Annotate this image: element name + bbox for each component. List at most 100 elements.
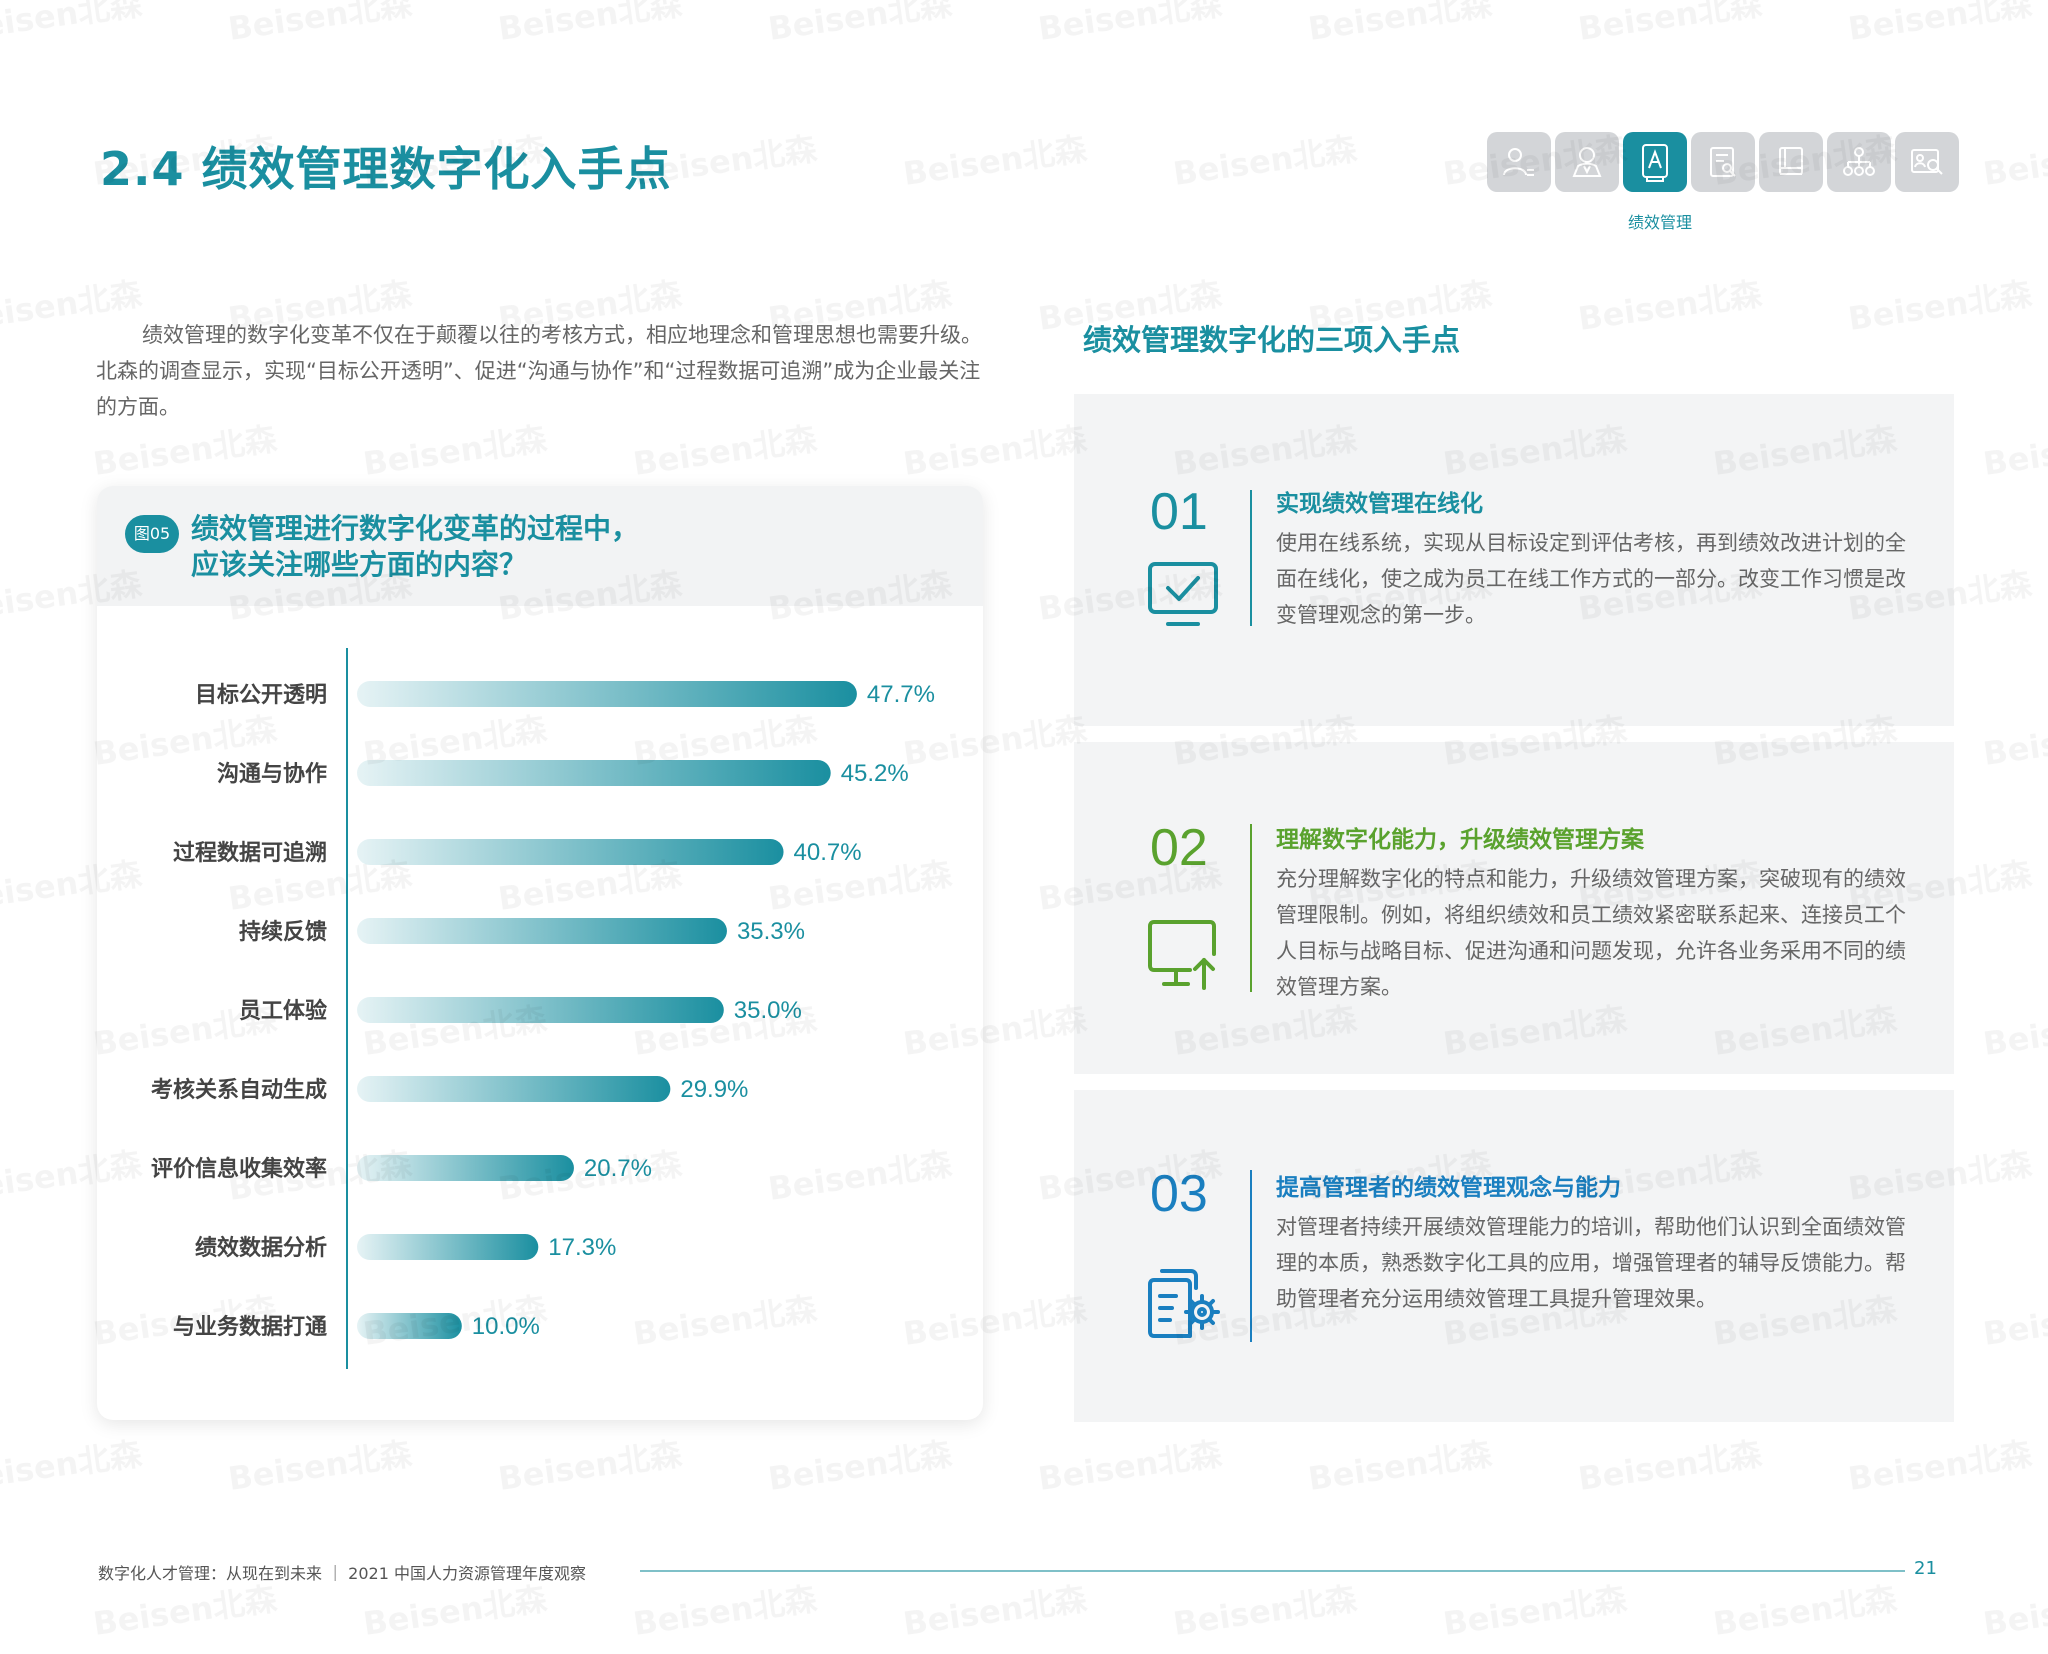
bar bbox=[357, 681, 857, 707]
watermark-text: Beisen北森 bbox=[1981, 999, 2048, 1062]
watermark-text: Beisen北森 bbox=[91, 1579, 280, 1642]
bar bbox=[357, 1076, 671, 1102]
category-label: 过程数据可追溯 bbox=[173, 840, 327, 866]
watermark-text: Beisen北森 bbox=[901, 129, 1090, 192]
watermark-text: Beisen北森 bbox=[1711, 1579, 1900, 1642]
figure-header: 图05 绩效管理进行数字化变革的过程中， 应该关注哪些方面的内容？ bbox=[97, 486, 983, 606]
point-body: 使用在线系统，实现从目标设定到评估考核，再到绩效改进计划的全面在线化，使之成为员… bbox=[1276, 531, 1906, 627]
watermark-text: Beisen北森 bbox=[1981, 709, 2048, 772]
point-title: 实现绩效管理在线化 bbox=[1276, 491, 1483, 517]
watermark-text: Beisen北森 bbox=[1981, 1579, 2048, 1642]
value-label: 35.0% bbox=[734, 997, 802, 1024]
watermark-text: Beisen北森 bbox=[766, 0, 955, 48]
watermark-text: Beisen北森 bbox=[226, 1434, 415, 1497]
watermark-text: Beisen北森 bbox=[496, 0, 685, 48]
watermark-text: Beisen北森 bbox=[1171, 129, 1360, 192]
watermark-text: Beisen北森 bbox=[631, 1579, 820, 1642]
point-number: 03 bbox=[1150, 1165, 1208, 1223]
value-label: 20.7% bbox=[584, 1155, 652, 1182]
intro-text: 绩效管理的数字化变革不仅在于颠覆以往的考核方式，相应地理念和管理思想也需要升级。… bbox=[96, 323, 982, 419]
footer-text: 数字化人才管理：从现在到未来 ｜ 2021 中国人力资源管理年度观察 bbox=[98, 1564, 586, 1583]
bar bbox=[357, 760, 831, 786]
category-label: 目标公开透明 bbox=[195, 682, 327, 708]
watermark-text: Beisen北森 bbox=[901, 419, 1090, 482]
nav-active-label: 绩效管理 bbox=[1627, 213, 1692, 232]
watermark-text: Beisen北森 bbox=[1846, 0, 2035, 48]
book-icon[interactable] bbox=[1759, 132, 1823, 192]
watermark-text: Beisen北森 bbox=[901, 1579, 1090, 1642]
watermark-text: Beisen北森 bbox=[0, 1434, 145, 1497]
watermark-text: Beisen北森 bbox=[1576, 1434, 1765, 1497]
figure-title-line2: 应该关注哪些方面的内容？ bbox=[191, 548, 528, 581]
point-title: 提高管理者的绩效管理观念与能力 bbox=[1276, 1175, 1621, 1201]
watermark-text: Beisen北森 bbox=[1036, 1434, 1225, 1497]
watermark-text: Beisen北森 bbox=[1306, 1434, 1495, 1497]
figure-badge: 图05 bbox=[125, 515, 179, 553]
watermark-text: Beisen北森 bbox=[361, 1579, 550, 1642]
point-card-01: 01 实现绩效管理在线化 使用在线系统，实现从目标设定到评估考核，再到绩效改进计… bbox=[1074, 394, 1954, 726]
watermark-text: Beisen北森 bbox=[1981, 419, 2048, 482]
person-list-icon[interactable] bbox=[1487, 132, 1551, 192]
watermark-text: Beisen北森 bbox=[631, 419, 820, 482]
watermark-text: Beisen北森 bbox=[1846, 274, 2035, 337]
value-label: 29.9% bbox=[680, 1076, 748, 1103]
profile-search-icon[interactable] bbox=[1895, 132, 1959, 192]
point-number: 01 bbox=[1150, 483, 1208, 541]
value-label: 45.2% bbox=[841, 760, 909, 787]
watermark-text: Beisen北森 bbox=[226, 0, 415, 48]
watermark-text: Beisen北森 bbox=[1981, 1289, 2048, 1352]
category-label: 与业务数据打通 bbox=[173, 1314, 327, 1340]
document-edit-icon[interactable] bbox=[1691, 132, 1755, 192]
point-divider bbox=[1250, 490, 1252, 626]
figure-card: 图05 绩效管理进行数字化变革的过程中， 应该关注哪些方面的内容？ 目标公开透明… bbox=[97, 486, 983, 1420]
org-chart-icon[interactable] bbox=[1827, 132, 1891, 192]
point-body: 对管理者持续开展绩效管理能力的培训，帮助他们认识到全面绩效管理的本质，熟悉数字化… bbox=[1276, 1215, 1906, 1311]
bar bbox=[357, 1155, 574, 1181]
bar bbox=[357, 997, 724, 1023]
page-number: 21 bbox=[1914, 1558, 1937, 1579]
bar bbox=[357, 1313, 462, 1339]
value-label: 40.7% bbox=[794, 839, 862, 866]
watermark-text: Beisen北森 bbox=[1576, 274, 1765, 337]
point-card-03: 03 提高管理者的绩效管理观念与能力 对管理者持续开展绩效管理能力的培训，帮助他… bbox=[1074, 1090, 1954, 1422]
watermark-text: Beisen北森 bbox=[361, 419, 550, 482]
monitor-check-icon bbox=[1146, 560, 1222, 636]
footer-divider bbox=[640, 1570, 1905, 1572]
watermark-text: Beisen北森 bbox=[1171, 1579, 1360, 1642]
figure-title: 绩效管理进行数字化变革的过程中， 应该关注哪些方面的内容？ bbox=[191, 511, 791, 583]
category-label: 员工体验 bbox=[239, 998, 327, 1024]
value-label: 10.0% bbox=[472, 1313, 540, 1340]
value-label: 47.7% bbox=[867, 681, 935, 708]
watermark-text: Beisen北森 bbox=[496, 1434, 685, 1497]
bar-chart: 目标公开透明 47.7% 沟通与协作 45.2% 过程数据可追溯 40.7% 持续反馈 35.… bbox=[151, 648, 935, 1369]
page-title: 2.4 绩效管理数字化入手点 bbox=[100, 142, 672, 196]
watermark-text: Beisen北森 bbox=[1036, 0, 1225, 48]
point-body: 充分理解数字化的特点和能力，升级绩效管理方案，突破现有的绩效管理限制。例如，将组… bbox=[1276, 867, 1906, 999]
bar bbox=[357, 1234, 539, 1260]
section-nav bbox=[1487, 132, 1959, 192]
monitor-upload-icon bbox=[1146, 918, 1222, 996]
performance-icon[interactable] bbox=[1623, 132, 1687, 192]
document-gear-icon bbox=[1146, 1266, 1224, 1346]
watermark-text: Beisen北森 bbox=[1306, 0, 1495, 48]
point-divider bbox=[1250, 824, 1252, 992]
category-label: 沟通与协作 bbox=[217, 761, 327, 787]
watermark-text: Beisen北森 bbox=[1846, 1434, 2035, 1497]
person-icon[interactable] bbox=[1555, 132, 1619, 192]
bar bbox=[357, 918, 727, 944]
category-label: 绩效数据分析 bbox=[195, 1235, 327, 1261]
category-label: 持续反馈 bbox=[239, 919, 327, 945]
watermark-text: Beisen北森 bbox=[91, 419, 280, 482]
intro-paragraph: 绩效管理的数字化变革不仅在于颠覆以往的考核方式，相应地理念和管理思想也需要升级。… bbox=[96, 317, 986, 425]
value-label: 35.3% bbox=[737, 918, 805, 945]
watermark-text: Beisen北森 bbox=[766, 1434, 955, 1497]
watermark-text: Beisen北森 bbox=[1981, 129, 2048, 192]
figure-title-line1: 绩效管理进行数字化变革的过程中， bbox=[191, 512, 640, 545]
watermark-text: Beisen北森 bbox=[0, 0, 145, 48]
point-divider bbox=[1250, 1170, 1252, 1342]
bar bbox=[357, 839, 784, 865]
category-label: 考核关系自动生成 bbox=[151, 1077, 327, 1103]
point-card-02: 02 理解数字化能力，升级绩效管理方案 充分理解数字化的特点和能力，升级绩效管理… bbox=[1074, 742, 1954, 1074]
watermark-text: Beisen北森 bbox=[1441, 1579, 1630, 1642]
watermark-text: Beisen北森 bbox=[1576, 0, 1765, 48]
